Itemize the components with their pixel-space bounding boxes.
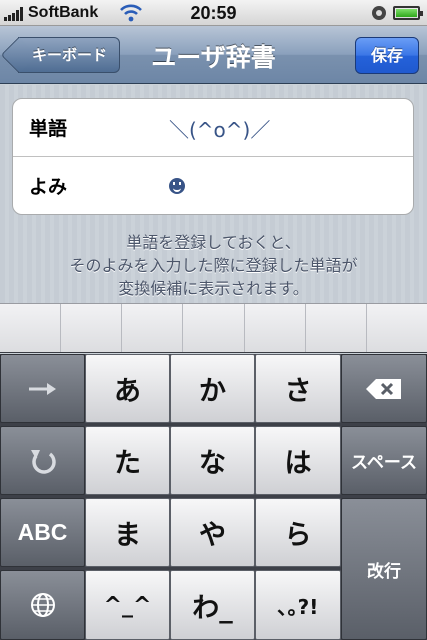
key-ya[interactable]: や — [170, 498, 255, 567]
candidate-slot[interactable] — [61, 304, 123, 352]
return-key[interactable]: 改行 — [341, 498, 427, 640]
key-ra[interactable]: ら — [255, 498, 341, 567]
key-ta[interactable]: た — [85, 426, 170, 495]
back-button-label: キーボード — [32, 46, 108, 64]
word-row[interactable]: 単語 ＼(^o^)／ — [13, 99, 413, 157]
globe-key[interactable] — [0, 570, 85, 640]
battery-icon — [393, 6, 423, 20]
help-text-line: 変換候補に表示されます。 — [118, 279, 309, 298]
undo-key[interactable] — [0, 426, 85, 495]
lock-rotation-icon — [372, 6, 386, 20]
candidate-slot[interactable] — [183, 304, 245, 352]
arrow-right-icon — [28, 382, 56, 395]
next-char-key[interactable] — [0, 354, 85, 423]
content-area: 単語 ＼(^o^)／ よみ 単語を登録しておくと、 そのよみを入力した際に登録し… — [0, 85, 427, 303]
space-key[interactable]: スペース — [341, 426, 427, 495]
candidate-bar — [0, 303, 427, 353]
word-label: 単語 — [29, 118, 68, 140]
help-text-line: 単語を登録しておくと、 — [126, 233, 301, 252]
help-text: 単語を登録しておくと、 そのよみを入力した際に登録した単語が 変換候補に表示され… — [0, 231, 427, 300]
candidate-slot[interactable] — [0, 304, 62, 352]
key-a[interactable]: あ — [85, 354, 170, 423]
save-button[interactable]: 保存 — [355, 37, 419, 74]
status-bar: SoftBank 20:59 — [0, 0, 427, 26]
key-ka[interactable]: か — [170, 354, 255, 423]
undo-icon — [30, 449, 56, 474]
key-punctuation[interactable]: ､｡?! — [255, 570, 341, 640]
candidate-slot[interactable] — [367, 304, 427, 352]
key-ha[interactable]: は — [255, 426, 341, 495]
candidate-slot[interactable] — [122, 304, 184, 352]
candidate-slot[interactable] — [306, 304, 367, 352]
key-emoticon[interactable]: ^_^ — [85, 570, 170, 640]
key-ma[interactable]: ま — [85, 498, 170, 567]
candidate-slot[interactable] — [245, 304, 306, 352]
keyboard: あ か さ た な は スペース ABC ま や ら 改行 ^_^ わ_ ､｡?… — [0, 354, 427, 640]
word-field[interactable]: ＼(^o^)／ — [169, 114, 270, 143]
abc-key[interactable]: ABC — [0, 498, 85, 567]
reading-label: よみ — [29, 176, 68, 198]
reading-row[interactable]: よみ — [13, 157, 413, 215]
dictionary-form: 単語 ＼(^o^)／ よみ — [12, 98, 414, 215]
key-na[interactable]: な — [170, 426, 255, 495]
delete-icon — [366, 378, 401, 399]
smiley-icon — [169, 178, 185, 194]
navigation-bar: キーボード ユーザ辞書 保存 — [0, 26, 427, 84]
delete-key[interactable] — [341, 354, 427, 423]
key-wa[interactable]: わ_ — [170, 570, 255, 640]
key-sa[interactable]: さ — [255, 354, 341, 423]
status-time: 20:59 — [190, 3, 237, 23]
help-text-line: そのよみを入力した際に登録した単語が — [69, 256, 358, 275]
globe-icon — [30, 593, 55, 617]
